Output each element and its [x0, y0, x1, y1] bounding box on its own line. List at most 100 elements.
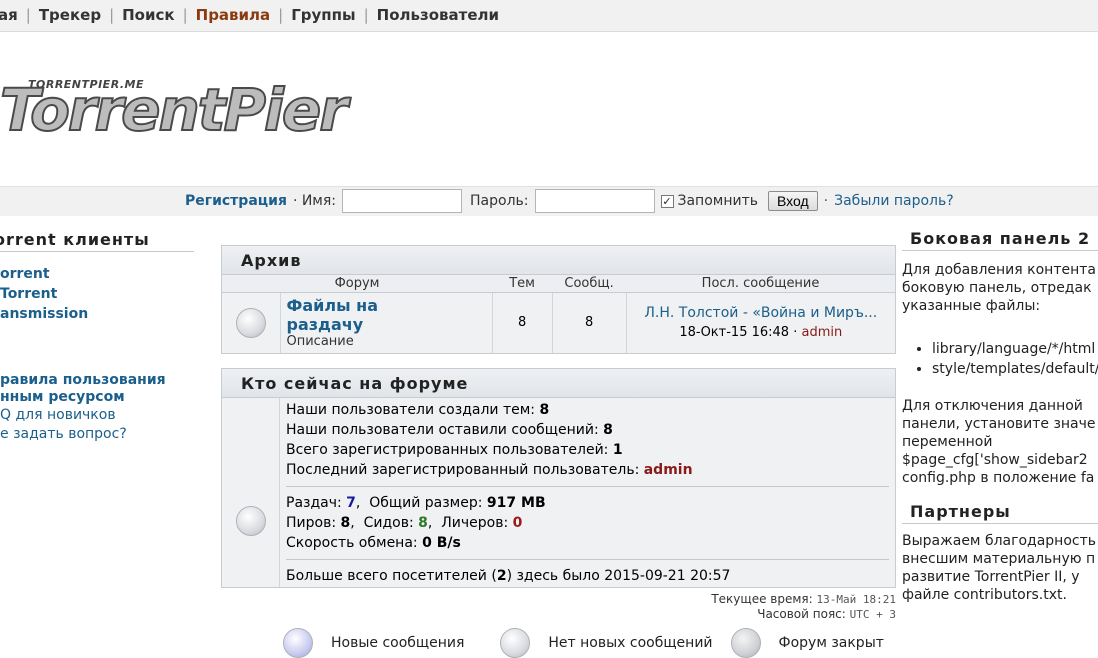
nav-groups[interactable]: Группы: [291, 6, 355, 24]
last-post-author[interactable]: admin: [802, 325, 843, 340]
stat-speed-label: Скорость обмена:: [286, 535, 418, 551]
partners-title: Партнеры: [902, 503, 1098, 524]
legend-new: Новые сообщения: [283, 628, 464, 658]
password-input[interactable]: [534, 189, 655, 213]
logo-domain: TORRENTPIER.ME: [28, 78, 145, 91]
sidebar2-line: боковую панель, отредак: [902, 280, 1092, 296]
stat-seeds-value: 8: [418, 515, 428, 531]
stat-peers-label: Пиров:: [286, 515, 337, 531]
rules-link-cont[interactable]: нным ресурсом: [0, 389, 215, 406]
sidebar2-line: переменной: [902, 434, 993, 450]
current-time: 13-Май 18:21: [816, 593, 896, 606]
legend-locked-label: Форум закрыт: [778, 635, 884, 651]
sidebar2-title: Боковая панель 2: [902, 230, 1098, 251]
legend-locked: Форум закрыт: [730, 628, 884, 658]
last-post-dot: ·: [793, 324, 798, 340]
stat-speed-value: 0 B/s: [422, 535, 461, 551]
remember-label: Запомнить: [677, 193, 759, 209]
partners-text: Выражаем благодарность внесшим материаль…: [902, 532, 1098, 604]
legend-new-label: Новые сообщения: [331, 635, 465, 651]
sidebar2-line: Для отключения данной: [902, 398, 1083, 414]
col-forum: Форум: [222, 275, 493, 293]
login-button[interactable]: Вход: [768, 191, 818, 211]
forum-lastpost: Л.Н. Толстой - «Война и Миръ... 18-Окт-1…: [626, 292, 895, 353]
stat-leechers-label: Личеров:: [441, 515, 509, 531]
last-topic-link[interactable]: Л.Н. Толстой - «Война и Миръ...: [644, 305, 877, 321]
ask-question-link[interactable]: е задать вопрос?: [0, 425, 215, 444]
archive-category: Архив Форум Тем Сообщ. Посл. сообщение Ф…: [221, 245, 896, 354]
users-icon: [236, 506, 266, 536]
forum-name-cell: Файлы на раздачу Описание: [280, 292, 493, 353]
forgot-password-link[interactable]: Забыли пароль?: [834, 193, 954, 209]
forum-description: Описание: [286, 334, 354, 350]
stat-peers-value: 8: [340, 515, 351, 531]
client-link-bittorrent[interactable]: Torrent: [0, 284, 215, 304]
nav-search[interactable]: Поиск: [122, 6, 174, 24]
right-sidebar: Боковая панель 2 Для добавления контента…: [902, 230, 1098, 604]
forum-stats: Наши пользователи создали тем: 8 Наши по…: [286, 400, 889, 487]
stat-size-value: 917 MB: [486, 495, 546, 511]
current-time-label: Текущее время:: [711, 592, 813, 606]
online-stats: Наши пользователи создали тем: 8 Наши по…: [222, 398, 895, 587]
partners-line: файле contributors.txt.: [902, 587, 1067, 603]
rules-link[interactable]: равила пользования: [0, 372, 215, 389]
separator-dot: ·: [823, 193, 829, 209]
stats-body: Наши пользователи создали тем: 8 Наши по…: [280, 398, 895, 587]
nav-tracker[interactable]: Трекер: [39, 6, 101, 24]
top-nav: ая | Трекер | Поиск | Правила | Группы | Пользоват…: [0, 0, 1098, 32]
record-suffix: ) здесь было 2015-09-21 20:57: [506, 568, 731, 584]
col-posts: Сообщ.: [552, 275, 627, 293]
col-topics: Тем: [492, 275, 553, 293]
nav-separator: |: [25, 6, 31, 24]
timezone: UTC + 3: [849, 608, 896, 621]
icon-legend: Новые сообщения Нет новых сообщений Фору…: [283, 628, 902, 658]
forum-row: Файлы на раздачу Описание 8 8 Л.Н. Толст…: [222, 292, 895, 353]
record-count: 2: [496, 568, 507, 584]
sidebar2-text: Для добавления контента боковую панель, …: [902, 261, 1098, 315]
nav-separator: |: [109, 6, 115, 24]
remember-checkbox[interactable]: ✓: [660, 194, 674, 208]
username-input[interactable]: [342, 189, 463, 213]
nav-rules[interactable]: Правила: [196, 6, 271, 24]
tracker-stats: Раздач: 7, Общий размер: 917 MB Пиров: 8…: [286, 493, 889, 560]
record-stats: Больше всего посетителей (2) здесь было …: [286, 566, 889, 586]
stats-icon-cell: [222, 398, 280, 587]
stat-torrents-value: 7: [346, 495, 356, 511]
login-bar: Регистрация · Имя: Пароль: ✓ Запомнить В…: [0, 186, 1098, 216]
no-new-posts-icon: [500, 628, 531, 658]
stat-torrents-label: Раздач:: [286, 495, 342, 511]
new-posts-icon: [283, 628, 313, 658]
username-label: · Имя:: [292, 193, 337, 209]
stat-users-label: Всего зарегистрированных пользователей:: [286, 442, 609, 458]
site-logo[interactable]: TorrentPier TORRENTPIER.ME: [0, 62, 349, 145]
left-sidebar: orrent клиенты orrent Torrent ansmission…: [0, 230, 215, 444]
stat-lastuser-link[interactable]: admin: [644, 462, 693, 478]
forum-link[interactable]: Файлы на раздачу: [287, 296, 397, 334]
sidebar2-line: панели, установите значе: [902, 416, 1096, 432]
stat-topics-value: 8: [539, 402, 550, 418]
register-link[interactable]: Регистрация: [185, 193, 287, 209]
nav-home[interactable]: ая: [0, 6, 18, 24]
faq-link[interactable]: Q для новичков: [0, 406, 215, 425]
legend-nonew-label: Нет новых сообщений: [548, 635, 713, 651]
sidebar2-disable-text: Для отключения данной панели, установите…: [902, 397, 1098, 487]
stat-posts-value: 8: [603, 422, 613, 438]
stat-posts-label: Наши пользователи оставили сообщений:: [286, 422, 599, 438]
password-label: Пароль:: [470, 193, 529, 209]
sidebar2-line: $page_cfg['show_sidebar2: [902, 452, 1088, 468]
stat-seeds-label: Сидов:: [363, 515, 414, 531]
nav-separator: |: [363, 6, 369, 24]
legend-nonew: Нет новых сообщений: [500, 628, 713, 658]
nav-users[interactable]: Пользователи: [377, 6, 499, 24]
file-item: library/language/*/html: [932, 339, 1098, 359]
partners-line: развитие TorrentPier II, у: [902, 569, 1080, 585]
client-link-transmission[interactable]: ansmission: [0, 304, 215, 324]
stat-size-label: Общий размер:: [369, 495, 483, 511]
stat-users-value: 1: [612, 442, 623, 458]
category-title[interactable]: Архив: [222, 246, 895, 275]
forum-status-icon: [235, 307, 266, 338]
client-link-utorrent[interactable]: orrent: [0, 264, 215, 284]
record-prefix: Больше всего посетителей (: [286, 568, 497, 584]
forum-posts: 8: [552, 292, 627, 353]
clients-list: orrent Torrent ansmission: [0, 264, 215, 324]
